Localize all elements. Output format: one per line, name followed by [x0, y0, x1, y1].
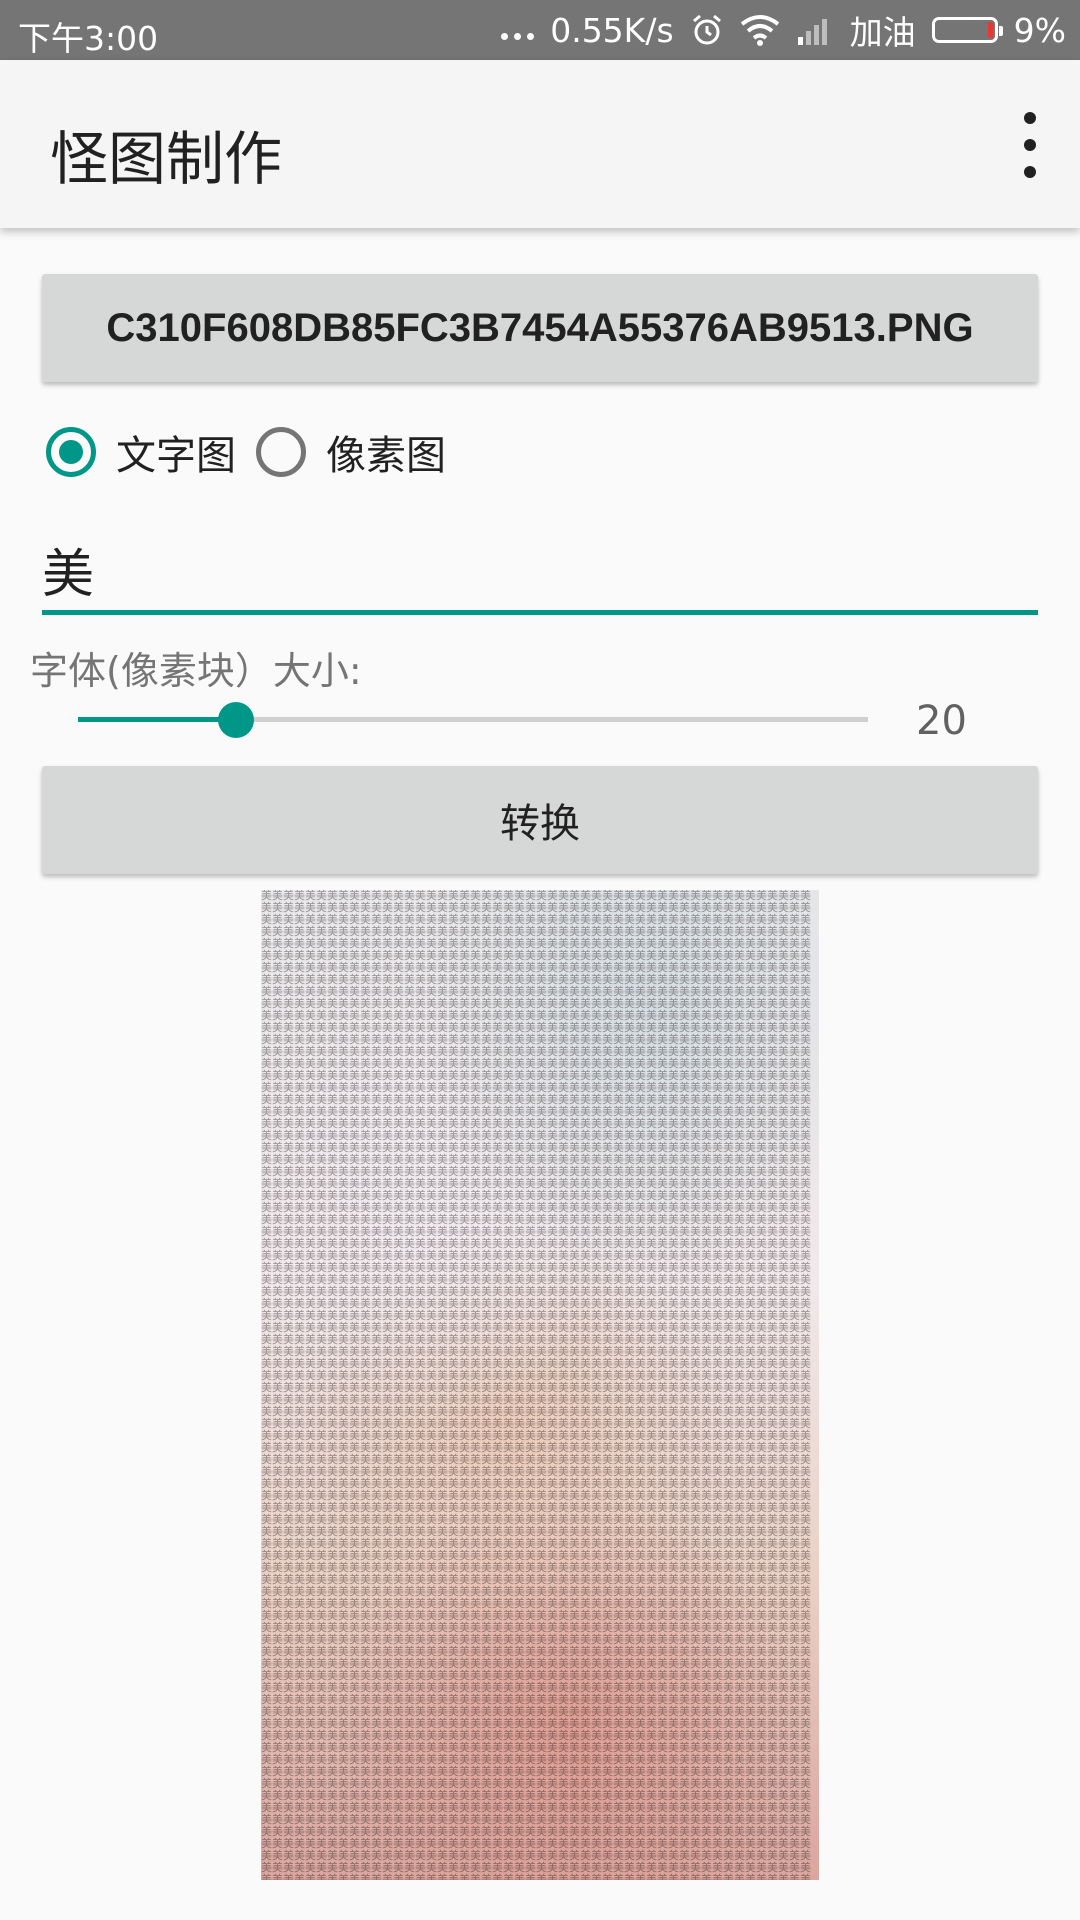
battery-percent: 9% — [1013, 10, 1066, 50]
alarm-icon — [692, 14, 721, 45]
status-bar: 下午3:00 0.55K/s 加油 9% — [0, 0, 1080, 60]
status-time: 下午3:00 — [18, 19, 159, 58]
radio-pixel-image[interactable]: 像素图 — [256, 423, 466, 481]
dots-icon — [501, 20, 535, 40]
character-input[interactable]: 美 — [42, 528, 1038, 615]
signal-icon — [797, 19, 827, 45]
font-size-label: 字体(像素块）大小: — [30, 649, 362, 693]
slider-fill — [78, 717, 236, 722]
select-file-button[interactable]: C310F608DB85FC3B7454A55376AB9513.PNG — [42, 274, 1038, 382]
wifi-icon — [740, 15, 779, 46]
radio-unchecked-icon — [256, 427, 306, 477]
app-bar: 怪图制作 — [0, 60, 1080, 228]
radio-label: 像素图 — [326, 433, 446, 479]
network-speed: 0.55K/s — [550, 10, 674, 50]
character-input-value: 美 — [42, 545, 95, 605]
mode-radio-group: 文字图 像素图 — [46, 420, 466, 484]
result-image-characters: 美美美美美美美美美美美美美美美美美美美美美美美美美美美美美美美美美美美美美美美美… — [261, 890, 811, 1880]
font-size-value: 20 — [916, 698, 967, 744]
radio-checked-icon — [46, 427, 96, 477]
slider-thumb[interactable] — [218, 702, 254, 738]
result-image: 美美美美美美美美美美美美美美美美美美美美美美美美美美美美美美美美美美美美美美美美… — [261, 890, 819, 1880]
page-title: 怪图制作 — [50, 125, 283, 193]
radio-text-image[interactable]: 文字图 — [46, 423, 256, 481]
battery-icon — [931, 17, 1003, 43]
battery-level — [987, 22, 993, 38]
carrier-label: 加油 — [849, 13, 916, 52]
more-vertical-icon[interactable] — [1010, 112, 1050, 178]
radio-label: 文字图 — [116, 433, 236, 479]
font-size-slider[interactable] — [78, 700, 868, 740]
status-icons: 0.55K/s 加油 9% — [501, 0, 1066, 60]
convert-button[interactable]: 转换 — [42, 766, 1038, 874]
